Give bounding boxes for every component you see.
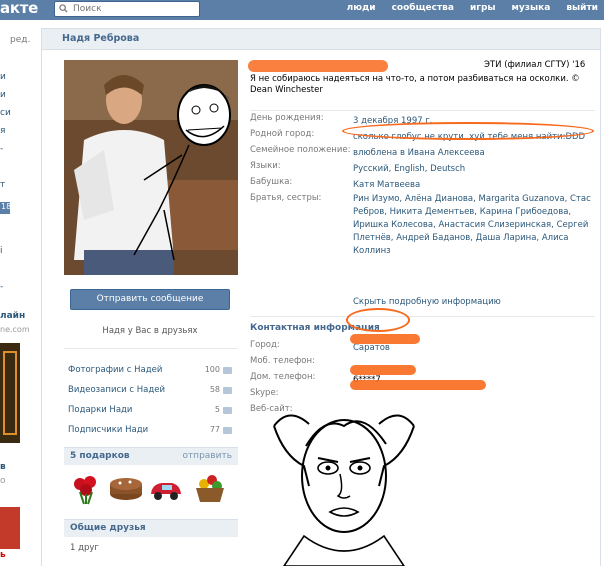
- info-grandmother: Бабушка: Катя Матвеева: [250, 177, 421, 190]
- sidebar-item[interactable]: т: [0, 180, 5, 190]
- car-gift-icon[interactable]: [148, 470, 184, 506]
- info-languages: Языки: Русский, English, Deutsch: [250, 161, 466, 174]
- roses-gift-icon[interactable]: [68, 470, 104, 506]
- sidebar-item[interactable]: -: [0, 144, 3, 154]
- profile-page: Надя Реброва Отправить сообщение Надя у …: [41, 28, 601, 566]
- nav-games[interactable]: игры: [470, 0, 496, 20]
- ad2-image[interactable]: [0, 507, 20, 549]
- divider: [250, 110, 595, 111]
- vk-logo[interactable]: акте: [0, 0, 38, 17]
- video-icon: [223, 387, 232, 394]
- gifts-list: [64, 468, 238, 508]
- ad2-title[interactable]: в: [0, 462, 6, 472]
- divider: [64, 348, 238, 349]
- hometown-circle: [342, 122, 594, 140]
- left-sidebar: ред. и и си я - т 18 i - лайн ne.com в о…: [0, 20, 34, 566]
- mobile-redaction-scribble: [350, 334, 420, 344]
- search-box[interactable]: [54, 1, 200, 17]
- ad-image[interactable]: [0, 343, 20, 443]
- contact-info-header: Контактная информация: [250, 323, 595, 335]
- profile-photo[interactable]: [64, 60, 238, 275]
- ad-title[interactable]: лайн: [0, 311, 25, 321]
- sidebar-counter-badge: 18: [0, 202, 11, 214]
- send-message-button[interactable]: Отправить сообщение: [70, 289, 230, 310]
- edit-link[interactable]: ред.: [10, 35, 30, 45]
- mutual-friends-header[interactable]: Общие друзья: [64, 519, 238, 537]
- nav-logout[interactable]: выйти: [566, 0, 598, 20]
- info-relationship: Семейное положение: влюблена в Ивана Але…: [250, 145, 485, 158]
- friend-status: Надя у Вас в друзьях: [102, 326, 198, 336]
- divider: [250, 316, 595, 317]
- stat-subscribers[interactable]: Подписчики Нади 77: [68, 422, 232, 442]
- stat-photos[interactable]: Фотографии с Надей 100: [68, 362, 232, 382]
- gift-icon: [223, 407, 232, 414]
- contact-mobile: Моб. телефон:: [250, 356, 315, 366]
- contact-city: Город: Саратов: [250, 340, 390, 353]
- sidebar-item[interactable]: i: [0, 246, 3, 256]
- profile-status: Я не собираюсь надеяться на что-то, а по…: [250, 74, 580, 95]
- sidebar-item[interactable]: си: [0, 108, 11, 118]
- page-title: Надя Реброва: [62, 33, 140, 44]
- nav-music[interactable]: музыка: [512, 0, 551, 20]
- ad2-subtitle: о: [0, 476, 6, 486]
- sidebar-item[interactable]: и: [0, 72, 6, 82]
- send-gift-link[interactable]: отправить: [182, 451, 232, 461]
- nav-people[interactable]: люди: [347, 0, 376, 20]
- ad3-title[interactable]: ь: [0, 550, 6, 560]
- ad-site: ne.com: [0, 325, 30, 334]
- search-icon: [59, 4, 68, 13]
- top-nav: люди сообщества игры музыка выйти: [331, 0, 598, 20]
- redacted-name-scribble: [248, 60, 388, 72]
- hide-details-link[interactable]: Скрыть подробную информацию: [353, 297, 501, 307]
- mutual-friends-title[interactable]: Общие друзья: [70, 523, 146, 533]
- sidebar-item[interactable]: -: [0, 282, 3, 292]
- gifts-title[interactable]: 5 подарков: [70, 451, 130, 461]
- city-circle: [346, 308, 410, 332]
- rage-face-meme-image: [273, 414, 415, 566]
- page-title-bar: Надя Реброва: [42, 28, 600, 50]
- cake-gift-icon[interactable]: [108, 470, 144, 506]
- profile-stats: Фотографии с Надей 100 Видеозаписи с Над…: [68, 362, 232, 442]
- info-siblings: Братья, сестры: Рин Изумо, Алёна Дианова…: [250, 193, 591, 256]
- nav-communities[interactable]: сообщества: [392, 0, 454, 20]
- stat-gifts[interactable]: Подарки Нади 5: [68, 402, 232, 422]
- fruit-basket-gift-icon[interactable]: [192, 470, 228, 506]
- top-header: акте люди сообщества игры музыка выйти: [0, 0, 604, 20]
- search-input[interactable]: [73, 3, 193, 15]
- website-redaction-scribble: [350, 380, 486, 390]
- mutual-friends-count[interactable]: 1 друг: [70, 543, 99, 553]
- skype-redaction-scribble: [350, 365, 416, 375]
- university[interactable]: ЭТИ (филиал СГТУ) '16: [484, 60, 585, 70]
- sidebar-item[interactable]: я: [0, 126, 5, 136]
- photo-icon: [223, 367, 232, 374]
- gifts-header: 5 подарков отправить: [64, 447, 238, 465]
- stat-videos[interactable]: Видеозаписи с Надей 58: [68, 382, 232, 402]
- subscribers-icon: [223, 427, 232, 434]
- sidebar-item[interactable]: и: [0, 90, 6, 100]
